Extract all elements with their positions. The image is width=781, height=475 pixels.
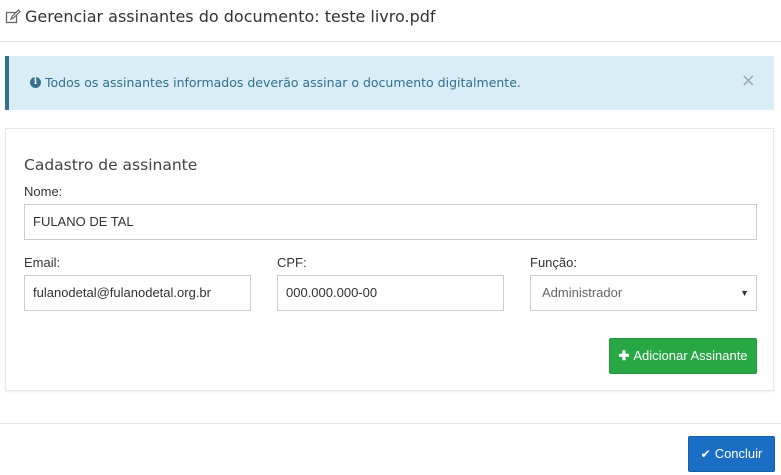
info-alert: i Todos os assinantes informados deverão… <box>5 56 774 110</box>
cpf-input[interactable]: 000.000.000-00 <box>277 275 504 311</box>
role-select-value: Administrador <box>542 285 623 300</box>
add-signer-button[interactable]: ✚ Adicionar Assinante <box>609 338 757 374</box>
email-label: Email: <box>24 255 61 270</box>
caret-down-icon: ▼ <box>740 288 749 298</box>
close-alert-icon[interactable]: × <box>741 72 756 90</box>
form-title: Cadastro de assinante <box>24 156 198 174</box>
plus-icon: ✚ <box>618 348 630 363</box>
role-select[interactable]: Administrador ▼ <box>530 275 757 311</box>
signer-form-panel: Cadastro de assinante Nome: FULANO DE TA… <box>5 128 774 391</box>
name-label: Nome: <box>24 184 63 199</box>
alert-message: Todos os assinantes informados deverão a… <box>45 75 521 90</box>
footer-divider <box>0 423 781 424</box>
email-input[interactable]: fulanodetal@fulanodetal.org.br <box>24 275 251 311</box>
info-circle-icon: i <box>30 77 41 88</box>
name-input[interactable]: FULANO DE TAL <box>24 204 757 240</box>
add-signer-label: Adicionar Assinante <box>633 348 748 363</box>
done-button[interactable]: ✔ Concluir <box>688 436 775 472</box>
cpf-label: CPF: <box>277 255 307 270</box>
edit-icon <box>5 9 21 24</box>
done-label: Concluir <box>714 446 763 461</box>
modal-title: Gerenciar assinantes do documento: teste… <box>25 7 436 26</box>
check-icon: ✔ <box>700 447 711 461</box>
role-label: Função: <box>530 255 577 270</box>
modal-header: Gerenciar assinantes do documento: teste… <box>0 0 781 42</box>
